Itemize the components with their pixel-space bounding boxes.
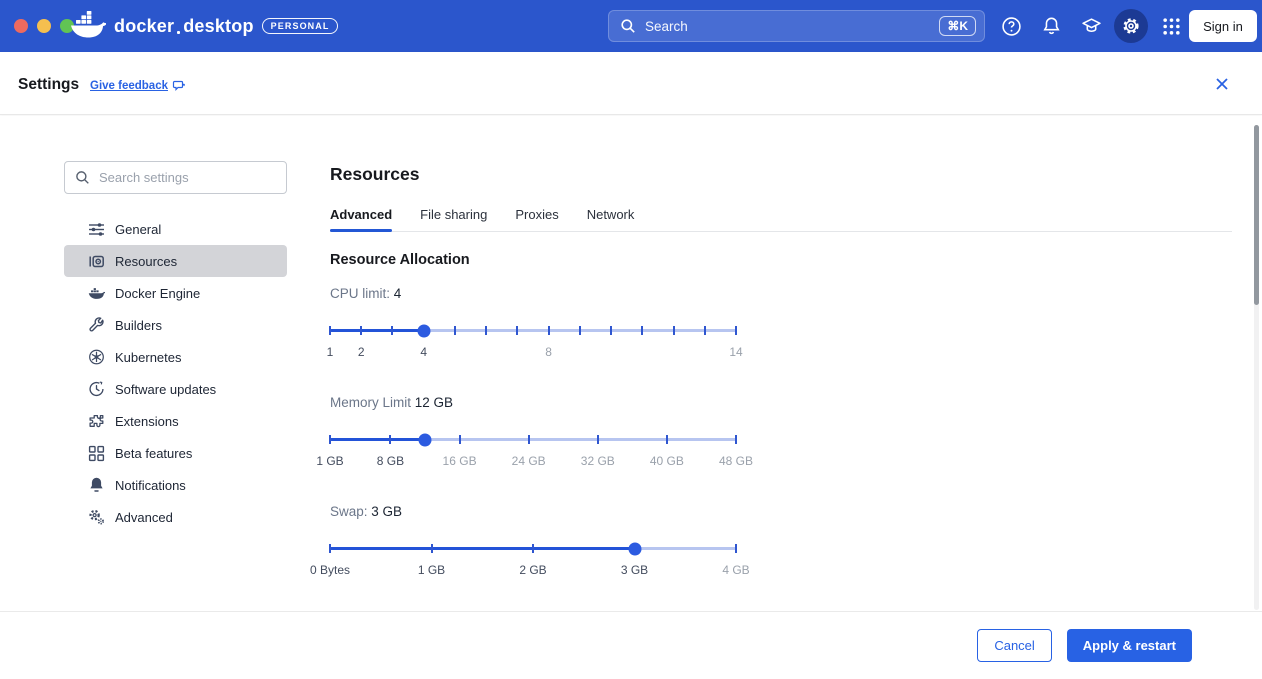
swap-label: Swap: 3 GB	[330, 504, 736, 519]
give-feedback-link[interactable]: Give feedback	[90, 79, 185, 92]
sliders-icon	[88, 221, 105, 238]
sidebar-item-label: Notifications	[115, 478, 186, 493]
settings-search-input[interactable]	[99, 170, 276, 185]
sidebar-item-software-updates[interactable]: Software updates	[64, 373, 287, 405]
sidebar-item-label: Kubernetes	[115, 350, 182, 365]
sidebar-item-advanced[interactable]: Advanced	[64, 501, 287, 533]
settings-sidebar: General Resources Docker Engine Builders Kub…	[64, 161, 287, 533]
docker-whale-icon	[70, 11, 106, 41]
tab-file-sharing[interactable]: File sharing	[420, 207, 487, 231]
memory-limit-setting: Memory Limit 12 GB 1 GB8 GB16 GB24 GB32 G…	[330, 395, 736, 468]
resources-tabs: Advanced File sharing Proxies Network	[330, 207, 1232, 232]
global-search-input[interactable]	[645, 19, 939, 34]
swap-value: 3 GB	[371, 504, 402, 519]
swap-tick-labels: 0 Bytes1 GB2 GB3 GB4 GB	[330, 563, 736, 577]
sidebar-item-label: Docker Engine	[115, 286, 200, 301]
grid-squares-icon	[88, 445, 105, 462]
cpu-limit-slider[interactable]	[330, 324, 736, 337]
search-icon	[620, 18, 636, 34]
window-controls	[14, 19, 74, 33]
sidebar-item-label: Advanced	[115, 510, 173, 525]
search-shortcut-badge: ⌘K	[939, 16, 976, 36]
app-title: docker desktop	[114, 16, 254, 37]
memory-limit-label: Memory Limit 12 GB	[330, 395, 736, 410]
swap-slider-thumb[interactable]	[628, 542, 641, 555]
cpu-limit-slider-thumb[interactable]	[417, 324, 430, 337]
wrench-icon	[88, 317, 105, 334]
memory-limit-slider[interactable]	[330, 433, 736, 446]
scrollbar-thumb[interactable]	[1254, 125, 1259, 305]
close-icon	[1215, 77, 1229, 91]
gears-icon	[88, 509, 105, 526]
sidebar-item-builders[interactable]: Builders	[64, 309, 287, 341]
memory-limit-tick-labels: 1 GB8 GB16 GB24 GB32 GB40 GB48 GB	[330, 454, 736, 468]
swap-setting: Swap: 3 GB 0 Bytes1 GB2 GB3 GB4 GB	[330, 504, 736, 577]
clock-update-icon	[88, 381, 105, 398]
sidebar-item-label: Beta features	[115, 446, 192, 461]
sidebar-item-general[interactable]: General	[64, 213, 287, 245]
resources-panel: Resources Advanced File sharing Proxies Net…	[330, 163, 1232, 613]
sidebar-item-notifications[interactable]: Notifications	[64, 469, 287, 501]
bell-icon[interactable]	[1031, 6, 1071, 46]
page-title: Settings	[18, 76, 79, 94]
sidebar-item-resources[interactable]: Resources	[64, 245, 287, 277]
tab-network[interactable]: Network	[587, 207, 635, 231]
sidebar-item-label: General	[115, 222, 161, 237]
sidebar-item-extensions[interactable]: Extensions	[64, 405, 287, 437]
sidebar-nav: General Resources Docker Engine Builders Kub…	[64, 213, 287, 533]
kubernetes-icon	[88, 349, 105, 366]
memory-limit-slider-thumb[interactable]	[419, 433, 432, 446]
section-title: Resource Allocation	[330, 252, 1232, 268]
search-icon	[75, 170, 90, 185]
sliders-container: CPU limit: 4 124814 Memory Limit 12 GB 1 GB…	[330, 286, 1232, 577]
swap-slider[interactable]	[330, 542, 736, 555]
apps-grid-icon[interactable]	[1151, 6, 1191, 46]
bell-filled-icon	[88, 477, 105, 494]
sign-in-button[interactable]: Sign in	[1189, 10, 1257, 42]
sidebar-item-label: Builders	[115, 318, 162, 333]
puzzle-icon	[88, 413, 105, 430]
resources-icon	[88, 253, 105, 270]
memory-limit-value: 12 GB	[415, 395, 453, 410]
help-icon[interactable]	[991, 6, 1031, 46]
sidebar-item-label: Software updates	[115, 382, 216, 397]
sidebar-item-label: Extensions	[115, 414, 179, 429]
sidebar-item-docker-engine[interactable]: Docker Engine	[64, 277, 287, 309]
cpu-limit-tick-labels: 124814	[330, 345, 736, 359]
learning-center-icon[interactable]	[1071, 6, 1111, 46]
app-logo: docker desktop PERSONAL	[70, 0, 338, 52]
cancel-button[interactable]: Cancel	[977, 629, 1051, 662]
plan-badge: PERSONAL	[262, 18, 339, 34]
settings-footer: Cancel Apply & restart	[0, 611, 1262, 679]
settings-search-box[interactable]	[64, 161, 287, 194]
minimize-window-button[interactable]	[37, 19, 51, 33]
apply-restart-button[interactable]: Apply & restart	[1067, 629, 1192, 662]
cpu-limit-setting: CPU limit: 4 124814	[330, 286, 736, 359]
docker-desktop-window: docker desktop PERSONAL ⌘K Sign in Setti…	[0, 0, 1262, 679]
global-search-bar[interactable]: ⌘K	[608, 10, 985, 42]
settings-header: Settings Give feedback	[0, 52, 1262, 115]
tab-advanced[interactable]: Advanced	[330, 207, 392, 231]
titlebar: docker desktop PERSONAL ⌘K Sign in	[0, 0, 1262, 52]
panel-title: Resources	[330, 163, 1232, 185]
tab-proxies[interactable]: Proxies	[515, 207, 558, 231]
titlebar-icons	[991, 0, 1191, 52]
cpu-limit-label: CPU limit: 4	[330, 286, 736, 301]
close-settings-button[interactable]	[1212, 74, 1232, 94]
close-window-button[interactable]	[14, 19, 28, 33]
cpu-limit-value: 4	[394, 286, 402, 301]
gear-icon[interactable]	[1111, 6, 1151, 46]
settings-content: General Resources Docker Engine Builders Kub…	[0, 116, 1262, 611]
sidebar-item-kubernetes[interactable]: Kubernetes	[64, 341, 287, 373]
sidebar-item-label: Resources	[115, 254, 177, 269]
sidebar-item-beta-features[interactable]: Beta features	[64, 437, 287, 469]
feedback-bubble-icon	[172, 79, 185, 92]
whale-icon	[88, 285, 105, 302]
